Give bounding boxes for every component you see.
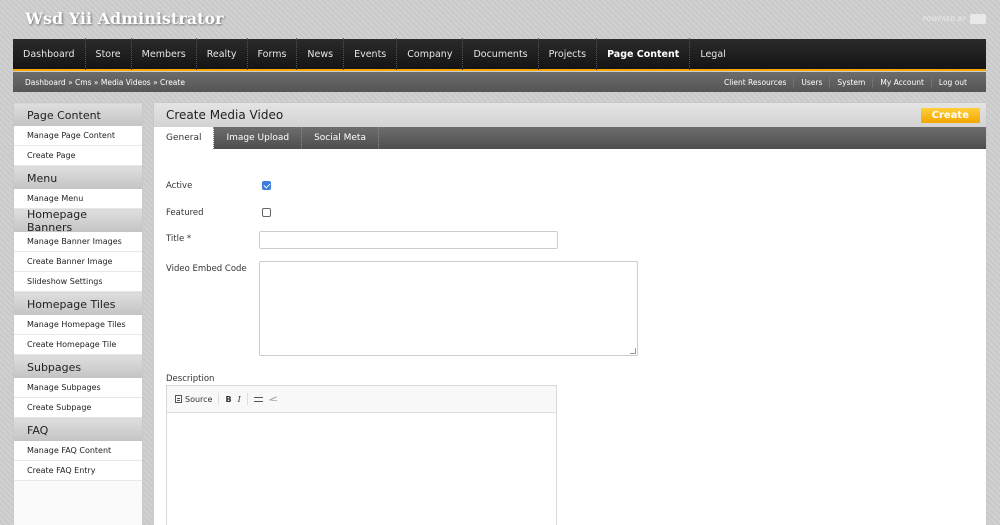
strikethrough-icon bbox=[253, 396, 263, 402]
sidebar-item-create-banner-image[interactable]: Create Banner Image bbox=[14, 252, 142, 272]
sidebar-heading-homepage-tiles: Homepage Tiles bbox=[14, 292, 142, 315]
source-icon bbox=[175, 395, 182, 403]
powered-by-label: POWERED BY bbox=[922, 15, 966, 23]
nav-item-company[interactable]: Company bbox=[397, 38, 464, 70]
bold-button[interactable]: B bbox=[225, 395, 231, 404]
main-panel: Create Media Video Create General Image U… bbox=[153, 102, 987, 525]
editor-toolbar: Source B I bbox=[167, 386, 556, 413]
tab-general[interactable]: General bbox=[154, 127, 215, 149]
breadcrumb: Dashboard » Cms » Media Videos » Create bbox=[25, 77, 185, 87]
active-label: Active bbox=[166, 181, 193, 191]
create-button[interactable]: Create bbox=[920, 107, 980, 123]
utility-link-my-account[interactable]: My Account bbox=[872, 77, 931, 87]
sub-bar: Dashboard » Cms » Media Videos » Create … bbox=[13, 72, 986, 92]
sidebar-item-create-homepage-tile[interactable]: Create Homepage Tile bbox=[14, 335, 142, 355]
resize-handle-icon[interactable] bbox=[630, 348, 636, 354]
featured-checkbox[interactable] bbox=[262, 208, 271, 217]
embed-code-textarea[interactable] bbox=[259, 261, 638, 356]
sidebar-heading-faq: FAQ bbox=[14, 418, 142, 441]
description-label: Description bbox=[166, 374, 215, 384]
top-navigation: Dashboard Store Members Realty Forms News Even… bbox=[13, 38, 986, 71]
main-header: Create Media Video Create bbox=[154, 103, 986, 127]
utility-link-system[interactable]: System bbox=[829, 77, 872, 87]
embed-code-label: Video Embed Code bbox=[166, 264, 247, 274]
title-label: Title * bbox=[166, 234, 192, 244]
vendor-logo-icon bbox=[970, 14, 986, 24]
description-editor: Source B I bbox=[166, 385, 557, 525]
sidebar-item-create-subpage[interactable]: Create Subpage bbox=[14, 398, 142, 418]
nav-item-realty[interactable]: Realty bbox=[197, 38, 248, 70]
sidebar-item-create-faq-entry[interactable]: Create FAQ Entry bbox=[14, 461, 142, 481]
sidebar-item-slideshow-settings[interactable]: Slideshow Settings bbox=[14, 272, 142, 292]
tab-image-upload[interactable]: Image Upload bbox=[214, 127, 303, 149]
utility-link-client-resources[interactable]: Client Resources bbox=[717, 78, 793, 87]
italic-button[interactable]: I bbox=[238, 395, 241, 404]
nav-item-dashboard[interactable]: Dashboard bbox=[13, 38, 86, 70]
sidebar-item-create-page[interactable]: Create Page bbox=[14, 146, 142, 166]
remove-format-button[interactable] bbox=[269, 396, 278, 402]
nav-item-projects[interactable]: Projects bbox=[539, 38, 598, 70]
tab-social-meta[interactable]: Social Meta bbox=[302, 127, 379, 149]
sidebar: Page Content Manage Page Content Create Pa… bbox=[13, 102, 143, 525]
utility-link-log-out[interactable]: Log out bbox=[930, 77, 974, 87]
toolbar-divider bbox=[218, 393, 220, 405]
sidebar-item-manage-homepage-tiles[interactable]: Manage Homepage Tiles bbox=[14, 315, 142, 335]
nav-item-store[interactable]: Store bbox=[86, 38, 132, 70]
nav-item-page-content[interactable]: Page Content bbox=[597, 38, 691, 70]
sidebar-item-manage-subpages[interactable]: Manage Subpages bbox=[14, 378, 142, 398]
nav-item-forms[interactable]: Forms bbox=[248, 38, 298, 70]
sidebar-heading-subpages: Subpages bbox=[14, 355, 142, 378]
source-button[interactable]: Source bbox=[175, 395, 212, 404]
strikethrough-button[interactable] bbox=[253, 396, 263, 402]
page-title: Create Media Video bbox=[166, 108, 284, 122]
powered-by: POWERED BY bbox=[923, 14, 986, 24]
featured-label: Featured bbox=[166, 208, 204, 218]
nav-item-events[interactable]: Events bbox=[344, 38, 398, 70]
nav-item-legal[interactable]: Legal bbox=[690, 38, 735, 70]
toolbar-divider bbox=[246, 393, 248, 405]
active-checkbox[interactable] bbox=[262, 181, 271, 190]
utility-links: Client Resources Users System My Account Log… bbox=[717, 77, 974, 87]
sidebar-heading-menu: Menu bbox=[14, 166, 142, 189]
nav-item-documents[interactable]: Documents bbox=[463, 38, 539, 70]
sidebar-heading-homepage-banners: Homepage Banners bbox=[14, 208, 142, 234]
remove-format-icon bbox=[269, 396, 278, 402]
nav-item-members[interactable]: Members bbox=[132, 38, 197, 70]
source-label: Source bbox=[185, 394, 213, 404]
sidebar-item-manage-page-content[interactable]: Manage Page Content bbox=[14, 126, 142, 146]
media-video-form: Active Featured Title * Video Embed Code… bbox=[154, 149, 986, 525]
app-title: Wsd Yii Administrator bbox=[25, 9, 224, 28]
title-input[interactable] bbox=[259, 231, 558, 249]
nav-item-news[interactable]: News bbox=[297, 38, 345, 70]
sidebar-item-manage-menu[interactable]: Manage Menu bbox=[14, 189, 142, 209]
sidebar-item-manage-faq-content[interactable]: Manage FAQ Content bbox=[14, 441, 142, 461]
sidebar-heading-page-content: Page Content bbox=[14, 103, 142, 126]
editor-content-area[interactable] bbox=[167, 413, 556, 525]
utility-link-users[interactable]: Users bbox=[793, 77, 829, 87]
tab-bar: General Image Upload Social Meta bbox=[154, 127, 986, 149]
sidebar-item-manage-banner-images[interactable]: Manage Banner Images bbox=[14, 232, 142, 252]
